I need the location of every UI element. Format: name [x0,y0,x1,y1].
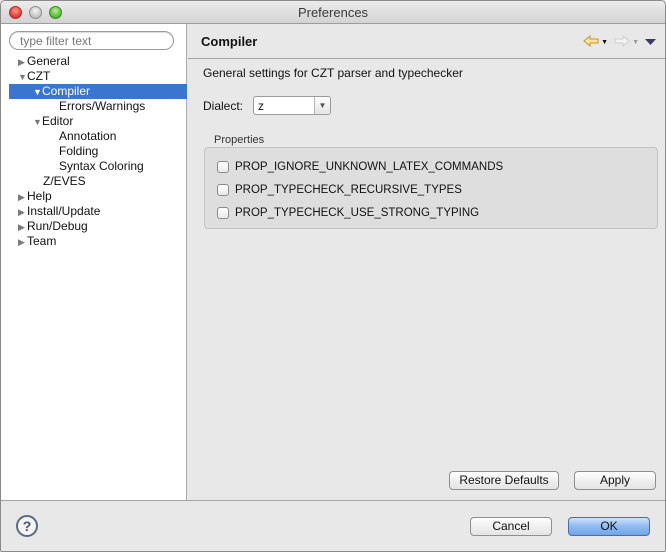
tree-item-label: Install/Update [27,204,101,218]
tree-item-folding[interactable]: Folding [1,144,187,159]
apply-button[interactable]: Apply [574,471,656,490]
tree-item-install-update[interactable]: ▶ Install/Update [1,204,187,219]
tree-item-label: Z/EVES [43,174,86,188]
dialect-value: z [258,99,264,113]
checkbox[interactable] [217,161,229,173]
tree-item-label: Compiler [42,84,91,98]
tree-item-compiler[interactable]: ▼Compiler [9,84,187,99]
preferences-tree: ▶ General ▼CZT ▼Compiler Errors/Warnings … [1,54,187,249]
collapse-arrow-icon[interactable]: ▼ [33,115,42,130]
checkbox-label: PROP_TYPECHECK_RECURSIVE_TYPES [235,184,462,196]
tree-item-label: General [27,54,70,68]
ok-button[interactable]: OK [568,517,650,536]
tree-item-editor[interactable]: ▼Editor [1,114,187,129]
preferences-window: Preferences ▶General ▼CZT ▼Compiler Erro… [0,0,666,552]
preferences-sidebar: ▶General ▼CZT ▼Compiler Errors/Warnings … [1,24,187,500]
tree-item-help[interactable]: ▶ Help [1,189,187,204]
title-bar: Preferences [1,1,665,24]
tree-item-label: CZT [27,69,51,83]
checkbox[interactable] [217,207,229,219]
preference-page: Compiler ▼ ▼ General settings for CZT pa… [188,24,665,500]
page-header: Compiler ▼ ▼ [188,24,665,59]
properties-group-label: Properties [214,134,265,146]
cancel-button[interactable]: Cancel [470,517,552,536]
tree-item-label: Help [27,189,52,203]
forward-history-dropdown-icon[interactable]: ▼ [632,39,639,46]
dialect-select[interactable]: z ▼ [253,96,331,115]
tree-item-errors-warnings[interactable]: Errors/Warnings [1,99,187,114]
restore-defaults-button[interactable]: Restore Defaults [449,471,559,490]
expand-arrow-icon[interactable]: ▶ [18,55,27,70]
tree-item-run-debug[interactable]: ▶ Run/Debug [1,219,187,234]
page-description: General settings for CZT parser and type… [203,66,463,80]
back-arrow-icon[interactable] [583,34,599,50]
property-ignore-unknown-latex[interactable]: PROP_IGNORE_UNKNOWN_LATEX_COMMANDS [217,159,503,175]
help-icon[interactable]: ? [16,515,38,537]
back-history-dropdown-icon[interactable]: ▼ [601,39,608,46]
view-menu-icon[interactable] [645,35,656,49]
checkbox-label: PROP_TYPECHECK_USE_STRONG_TYPING [235,207,480,219]
dialog-footer: ? Cancel OK [1,500,665,551]
tree-item-team[interactable]: ▶ Team [1,234,187,249]
expand-arrow-icon[interactable]: ▶ [18,205,27,220]
tree-item-label: Run/Debug [27,219,88,233]
tree-item-annotation[interactable]: Annotation [1,129,187,144]
expand-arrow-icon[interactable]: ▶ [18,190,27,205]
tree-item-label: Team [27,234,57,248]
expand-arrow-icon[interactable]: ▶ [18,220,27,235]
dialect-label: Dialect: [203,99,244,113]
tree-item-czt[interactable]: ▼CZT [1,69,187,84]
checkbox-label: PROP_IGNORE_UNKNOWN_LATEX_COMMANDS [235,161,504,173]
forward-arrow-icon[interactable] [614,34,630,50]
properties-group: PROP_IGNORE_UNKNOWN_LATEX_COMMANDS PROP_… [204,147,658,229]
expand-arrow-icon[interactable]: ▶ [18,235,27,250]
collapse-arrow-icon[interactable]: ▼ [18,70,27,85]
collapse-arrow-icon[interactable]: ▼ [33,85,42,100]
page-title: Compiler [201,34,258,49]
tree-item-label: Errors/Warnings [59,99,146,113]
chevron-down-icon[interactable]: ▼ [314,97,330,114]
checkbox[interactable] [217,184,229,196]
window-title: Preferences [297,5,369,20]
tree-item-label: Syntax Coloring [59,159,144,173]
tree-item-label: Editor [42,114,74,128]
tree-item-label: Folding [59,144,99,158]
tree-item-label: Annotation [59,129,117,143]
property-typecheck-recursive-types[interactable]: PROP_TYPECHECK_RECURSIVE_TYPES [217,182,462,198]
tree-item-syntax-coloring[interactable]: Syntax Coloring [1,159,187,174]
tree-item-general[interactable]: ▶ General [1,54,187,69]
page-navigation: ▼ ▼ [583,34,656,50]
property-typecheck-strong-typing[interactable]: PROP_TYPECHECK_USE_STRONG_TYPING [217,205,479,221]
tree-item-zeves[interactable]: Z/EVES [1,174,187,189]
filter-input[interactable] [9,31,174,50]
